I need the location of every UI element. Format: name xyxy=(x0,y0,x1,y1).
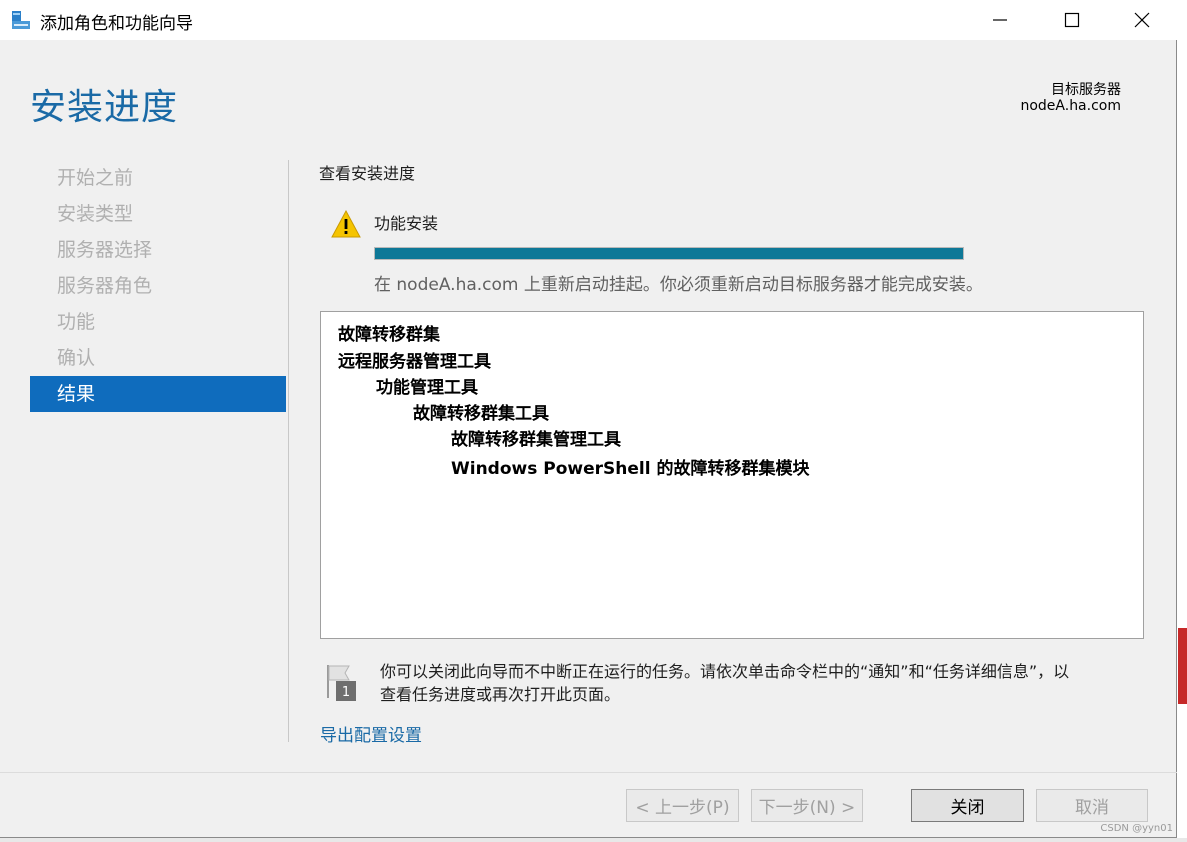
list-item: 故障转移群集工具 xyxy=(413,404,549,424)
progress-fill xyxy=(375,248,963,259)
wizard-nav: 开始之前 安装类型 服务器选择 服务器角色 功能 确认 结果 xyxy=(30,160,286,412)
warning-icon xyxy=(331,210,361,238)
wizard-window: 添加角色和功能向导 安装进度 目标服务器 nodeA.ha.com 开始之前 安… xyxy=(0,0,1177,838)
list-item: 功能管理工具 xyxy=(376,378,478,398)
list-item: Windows PowerShell 的故障转移群集模块 xyxy=(451,459,810,479)
background-edge xyxy=(0,838,1187,842)
section-title: 查看安装进度 xyxy=(319,164,416,183)
info-text: 你可以关闭此向导而不中断正在运行的任务。请依次单击命令栏中的“通知”和“任务详细… xyxy=(380,660,1160,706)
nav-item-features[interactable]: 功能 xyxy=(30,304,286,340)
nav-divider xyxy=(288,160,289,742)
nav-item-results[interactable]: 结果 xyxy=(30,376,286,412)
maximize-icon xyxy=(1064,12,1080,28)
previous-button[interactable]: < 上一步(P) xyxy=(626,789,739,822)
cancel-button[interactable]: 取消 xyxy=(1036,789,1148,822)
export-configuration-link[interactable]: 导出配置设置 xyxy=(320,721,422,746)
nav-item-server-selection[interactable]: 服务器选择 xyxy=(30,232,286,268)
list-item: 故障转移群集 xyxy=(338,325,440,345)
title-bar[interactable]: 添加角色和功能向导 xyxy=(0,0,1177,40)
feature-installation-label: 功能安装 xyxy=(374,214,439,233)
maximize-button[interactable] xyxy=(1037,0,1107,40)
installed-features-list[interactable]: 故障转移群集 远程服务器管理工具 功能管理工具 故障转移群集工具 故障转移群集管… xyxy=(320,311,1144,639)
next-button[interactable]: 下一步(N) > xyxy=(751,789,863,822)
info-text-line: 你可以关闭此向导而不中断正在运行的任务。请依次单击命令栏中的“通知”和“任务详细… xyxy=(380,662,1070,681)
minimize-icon xyxy=(993,19,1007,21)
installation-progress-bar xyxy=(374,247,964,260)
notification-flag-icon: 1 xyxy=(327,665,356,701)
nav-item-installation-type[interactable]: 安装类型 xyxy=(30,196,286,232)
background-window-strip xyxy=(1178,628,1187,704)
list-item: 故障转移群集管理工具 xyxy=(451,430,621,450)
status-message: 在 nodeA.ha.com 上重新启动挂起。你必须重新启动目标服务器才能完成安… xyxy=(374,275,983,295)
close-window-button[interactable] xyxy=(1107,0,1177,40)
svg-text:1: 1 xyxy=(342,685,350,700)
target-server-label: 目标服务器 xyxy=(1051,82,1121,98)
page-title: 安装进度 xyxy=(30,87,179,128)
footer-separator xyxy=(0,772,1177,773)
server-manager-icon xyxy=(12,11,30,29)
nav-item-confirmation[interactable]: 确认 xyxy=(30,340,286,376)
nav-item-before-you-begin[interactable]: 开始之前 xyxy=(30,160,286,196)
list-item: 远程服务器管理工具 xyxy=(338,352,491,372)
info-text-line: 查看任务进度或再次打开此页面。 xyxy=(380,685,621,704)
window-title: 添加角色和功能向导 xyxy=(40,14,193,34)
close-button[interactable]: 关闭 xyxy=(911,789,1024,822)
target-server-value: nodeA.ha.com xyxy=(1020,98,1121,114)
nav-item-server-roles[interactable]: 服务器角色 xyxy=(30,268,286,304)
watermark: CSDN @yyn01 xyxy=(1100,823,1173,834)
minimize-button[interactable] xyxy=(965,0,1035,40)
close-icon xyxy=(1134,12,1150,28)
